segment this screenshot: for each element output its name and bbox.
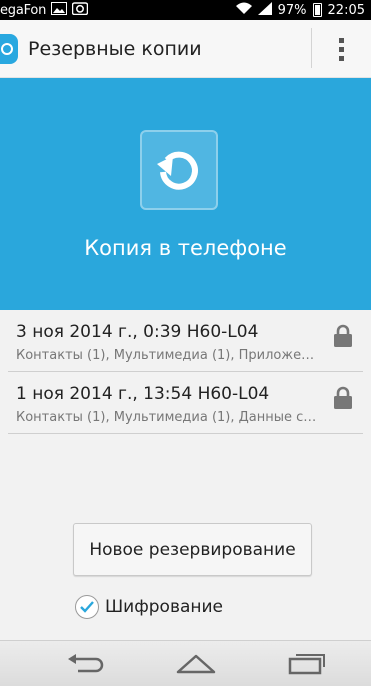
restore-icon — [140, 130, 218, 210]
backup-item-details: Контакты (1), Мультимедиа (1), Приложе… — [16, 348, 315, 363]
lock-icon — [333, 386, 353, 414]
page-title: Резервные копии — [28, 37, 202, 60]
signal-icon — [257, 1, 272, 19]
hero-title: Копия в телефоне — [84, 236, 287, 260]
wifi-icon — [235, 2, 252, 18]
navigation-bar — [0, 640, 371, 686]
check-icon — [80, 601, 94, 613]
backup-item-title: 3 ноя 2014 г., 0:39 H60-L04 — [16, 322, 259, 342]
overflow-menu-icon[interactable] — [326, 30, 356, 68]
clock: 22:05 — [327, 2, 365, 18]
backup-item-details: Контакты (1), Мультимедиа (1), Данные с… — [16, 410, 317, 425]
backup-item[interactable]: 1 ноя 2014 г., 13:54 H60-L04 Контакты (1… — [8, 372, 363, 434]
new-backup-button[interactable]: Новое резервирование — [73, 523, 312, 576]
image-icon — [51, 1, 68, 19]
backup-app-icon[interactable] — [0, 33, 18, 64]
backup-list: 3 ноя 2014 г., 0:39 H60-L04 Контакты (1)… — [0, 310, 371, 434]
encryption-checkbox[interactable] — [75, 595, 99, 619]
backup-item[interactable]: 3 ноя 2014 г., 0:39 H60-L04 Контакты (1)… — [8, 310, 363, 372]
back-icon[interactable] — [66, 653, 106, 679]
lock-icon — [333, 324, 353, 352]
home-icon[interactable] — [176, 653, 216, 679]
camera-icon — [71, 1, 89, 19]
battery-icon — [312, 3, 322, 17]
encryption-option[interactable]: Шифрование — [75, 595, 223, 619]
battery-percent: 97% — [277, 2, 307, 18]
status-bar: egaFon 97% 22:05 — [0, 0, 371, 20]
carrier-name: egaFon — [0, 2, 47, 18]
action-bar-divider — [311, 28, 312, 68]
recents-icon[interactable] — [286, 653, 326, 679]
phone-backup-header: Копия в телефоне — [0, 78, 371, 310]
encryption-label: Шифрование — [105, 597, 224, 617]
action-bar: Резервные копии — [0, 20, 371, 78]
backup-item-title: 1 ноя 2014 г., 13:54 H60-L04 — [16, 384, 270, 404]
